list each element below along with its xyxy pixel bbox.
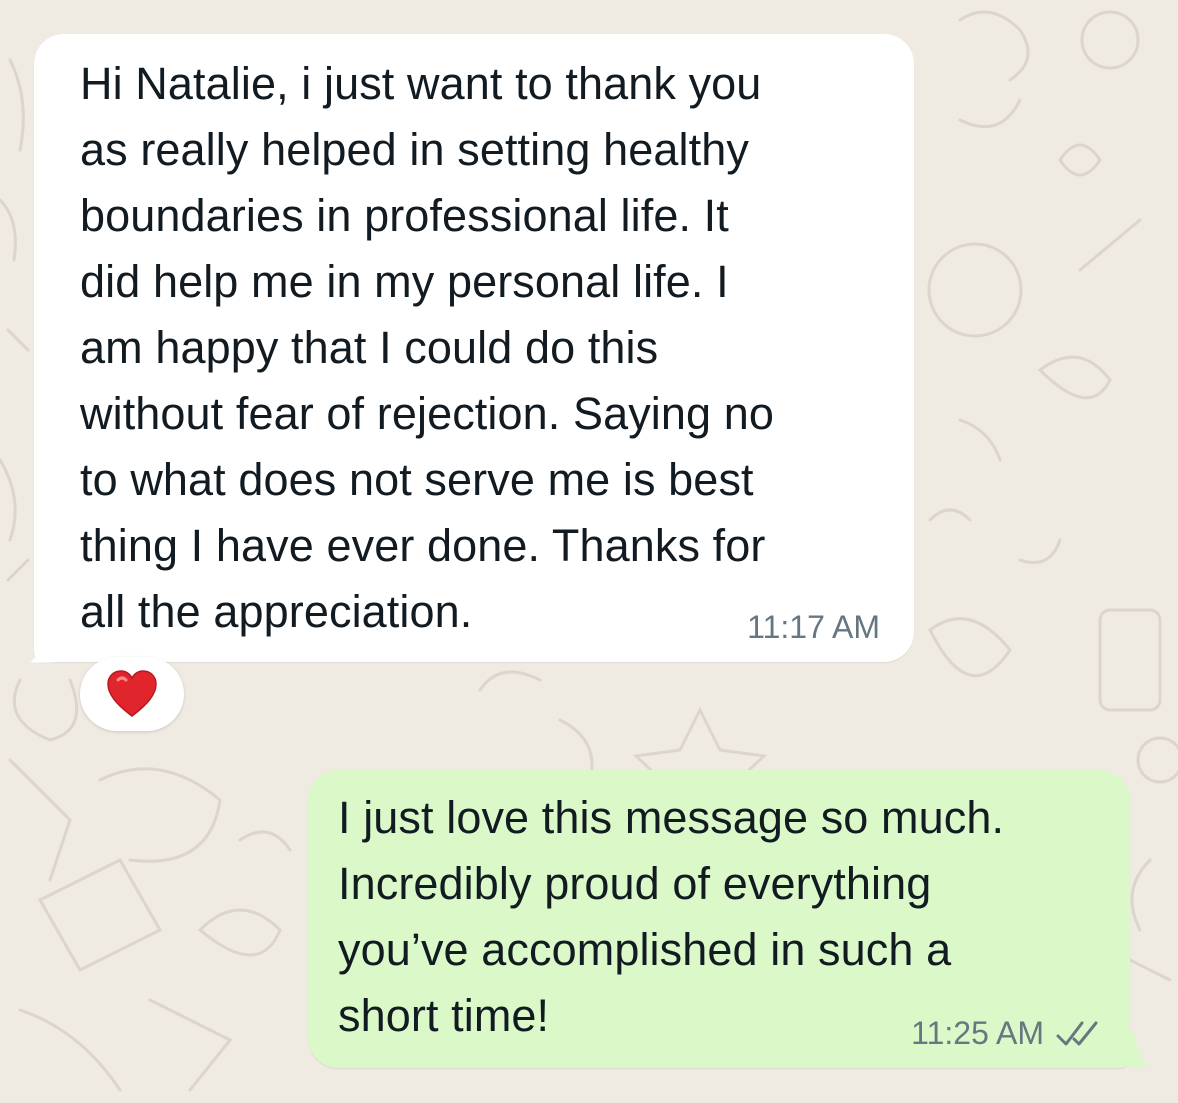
incoming-bubble-tail bbox=[30, 630, 70, 663]
double-check-icon bbox=[1056, 1021, 1098, 1045]
outgoing-message-bubble[interactable]: I just love this message so much. Incred… bbox=[308, 770, 1130, 1068]
reaction-badge[interactable] bbox=[80, 657, 184, 731]
incoming-message-bubble[interactable]: Hi Natalie, i just want to thank you as … bbox=[34, 34, 914, 662]
outgoing-message-time: 11:25 AM bbox=[911, 1015, 1044, 1051]
incoming-message-time: 11:17 AM bbox=[747, 609, 880, 645]
incoming-message-text: Hi Natalie, i just want to thank you as … bbox=[80, 58, 775, 637]
outgoing-bubble-tail bbox=[1110, 1034, 1150, 1067]
outgoing-message-text: I just love this message so much. Incred… bbox=[338, 792, 1005, 1041]
outgoing-message-meta: 11:25 AM bbox=[911, 1015, 1100, 1052]
red-heart-icon bbox=[107, 670, 157, 717]
